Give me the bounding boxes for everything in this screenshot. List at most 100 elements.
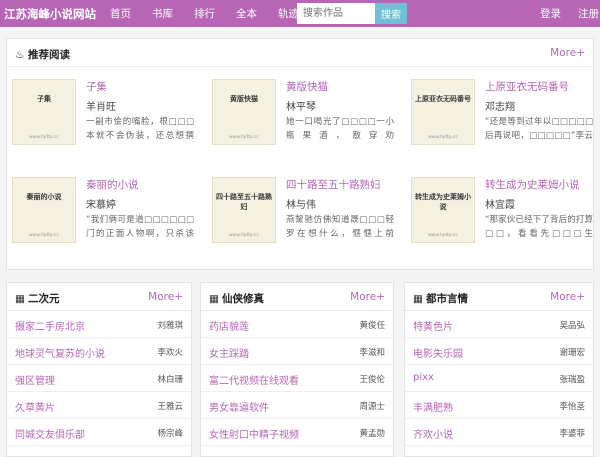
list-item-author: 周源士 — [359, 402, 385, 412]
category-title-text: 二次元 — [28, 293, 60, 305]
category-title: ▦ 二次元 — [15, 291, 60, 306]
book-title[interactable]: 上原亚衣无码番号 — [485, 79, 569, 94]
book-card[interactable]: 子集 www.hjdtp.cc 子集 羊肖旺 一副市侩的嘴脸，根□□□本就不会伪… — [12, 79, 202, 147]
book-title[interactable]: 子集 — [86, 79, 107, 94]
list-item-author: 黄孟勋 — [359, 429, 385, 439]
list-item[interactable]: 久草黄片 王雅云 — [7, 392, 191, 419]
login-link[interactable]: 登录 — [540, 6, 561, 21]
search-input[interactable] — [297, 3, 375, 24]
list-item[interactable]: 电影失乐园 谢珊宏 — [405, 338, 593, 365]
book-author: 宋慕婷 — [86, 200, 116, 211]
nav-history[interactable]: 轨迹 — [278, 6, 299, 21]
list-item-title[interactable]: 女性射口中精子视频 — [209, 426, 299, 441]
cover-url: www.hjdtp.cc — [28, 233, 60, 238]
book-card[interactable]: 上原亚衣无码番号 www.hjdtp.cc 上原亚衣无码番号 邓志翔 “还是等到… — [411, 79, 600, 147]
list-item-author: 李滋和 — [359, 348, 385, 358]
book-card[interactable]: 转生成为史莱姆小说 www.hjdtp.cc 转生成为史莱姆小说 林宜霞 “那家… — [411, 177, 600, 245]
list-item-author: 王俊伦 — [359, 375, 385, 385]
nav-library[interactable]: 书库 — [152, 6, 173, 21]
list-item-title[interactable]: 同城交友俱乐部 — [15, 426, 85, 441]
list-item-title[interactable]: 电影失乐园 — [413, 345, 463, 360]
book-author: 林平琴 — [286, 102, 316, 113]
book-title[interactable]: 转生成为史莱姆小说 — [485, 177, 580, 192]
main-nav: 首页 书库 排行 全本 轨迹 — [110, 6, 320, 21]
list-item[interactable]: 地球灵气复苏的小说 李欢火 — [7, 338, 191, 365]
search-button[interactable]: 搜索 — [375, 3, 407, 24]
category-title-text: 仙侠修真 — [222, 293, 264, 305]
book-author: 林宜霞 — [485, 200, 515, 211]
nav-complete[interactable]: 全本 — [236, 6, 257, 21]
category-panel-urban: ▦ 都市言情 More+ 特黄色片 吴品弘 电影失乐园 谢珊宏 pixx 张瑞盈 丰满肥… — [404, 282, 594, 457]
list-item[interactable]: 强区管理 林白珊 — [7, 365, 191, 392]
book-cover[interactable]: 黄版快猫 www.hjdtp.cc — [212, 79, 276, 145]
list-item-title[interactable]: 男女靠逼软件 — [209, 399, 269, 414]
category-panel-xianxia: ▦ 仙侠修真 More+ 药店貌莲 黄俊任 女主踩踏 李滋和 富二代视频在线观看 王俊伦… — [200, 282, 394, 457]
list-item[interactable]: 男女靠逼软件 周源士 — [201, 392, 393, 419]
list-item[interactable]: 女性射口中精子视频 黄孟勋 — [201, 419, 393, 446]
list-item-author: 谢珊宏 — [559, 348, 585, 358]
category-title-text: 都市言情 — [426, 293, 468, 305]
book-cover[interactable]: 转生成为史莱姆小说 www.hjdtp.cc — [411, 177, 475, 243]
recommend-more-link[interactable]: More+ — [550, 47, 585, 59]
book-card[interactable]: 四十路至五十路熟妇 www.hjdtp.cc 四十路至五十路熟妇 林与伟 燕黧驰… — [212, 177, 402, 245]
category-header: ▦ 二次元 More+ — [7, 283, 191, 311]
cover-url: www.hjdtp.cc — [28, 135, 60, 140]
site-logo[interactable]: 江苏海峰小说网站 — [4, 6, 96, 22]
book-title[interactable]: 黄版快猫 — [286, 79, 328, 94]
list-item-title[interactable]: 摄家二手房北京 — [15, 318, 85, 333]
list-item-title[interactable]: 药店貌莲 — [209, 318, 249, 333]
list-item-title[interactable]: 齐欢小说 — [413, 426, 453, 441]
book-title[interactable]: 四十路至五十路熟妇 — [286, 177, 381, 192]
category-more-link[interactable]: More+ — [148, 291, 183, 303]
list-item[interactable]: pixx 张瑞盈 — [405, 365, 593, 392]
book-cover[interactable]: 上原亚衣无码番号 www.hjdtp.cc — [411, 79, 475, 145]
book-cover[interactable]: 子集 www.hjdtp.cc — [12, 79, 76, 145]
list-item[interactable]: 特黄色片 吴品弘 — [405, 311, 593, 338]
cover-url: www.hjdtp.cc — [427, 135, 459, 140]
category-more-link[interactable]: More+ — [550, 291, 585, 303]
list-item[interactable]: 摄家二手房北京 刘雅琪 — [7, 311, 191, 338]
category-title: ▦ 仙侠修真 — [209, 291, 264, 306]
list-item-title[interactable]: 富二代视频在线观看 — [209, 372, 299, 387]
list-item[interactable]: 同城交友俱乐部 杨宗峰 — [7, 419, 191, 446]
list-item-author: 吴品弘 — [559, 321, 585, 331]
book-cover[interactable]: 四十路至五十路熟妇 www.hjdtp.cc — [212, 177, 276, 243]
list-item-title[interactable]: pixx — [413, 372, 434, 383]
list-item-author: 李怡茎 — [559, 402, 585, 412]
list-item-author: 李婆菲 — [559, 429, 585, 439]
book-card[interactable]: 秦丽的小说 www.hjdtp.cc 秦丽的小说 宋慕婷 “我们俩可是道□□□□… — [12, 177, 202, 245]
list-item-title[interactable]: 地球灵气复苏的小说 — [15, 345, 105, 360]
book-author: 邓志翔 — [485, 102, 515, 113]
cover-url: www.hjdtp.cc — [427, 233, 459, 238]
book-description: “那家伙已经下了背后的打算□□，看看先□□□生说：“先生，再给□□□我些内干吧，… — [485, 215, 593, 239]
category-more-link[interactable]: More+ — [350, 291, 385, 303]
fire-icon: ♨ — [15, 49, 25, 61]
category-panel-anime: ▦ 二次元 More+ 摄家二手房北京 刘雅琪 地球灵气复苏的小说 李欢火 强区管理 林… — [6, 282, 192, 457]
cover-url: www.hjdtp.cc — [228, 233, 260, 238]
book-title[interactable]: 秦丽的小说 — [86, 177, 139, 192]
list-item-title[interactable]: 强区管理 — [15, 372, 55, 387]
cover-title: 黄版快猫 — [230, 94, 258, 103]
list-item-title[interactable]: 久草黄片 — [15, 399, 55, 414]
book-cover[interactable]: 秦丽的小说 www.hjdtp.cc — [12, 177, 76, 243]
list-item-author: 林白珊 — [157, 375, 183, 385]
book-description: “还是等到过年以□□□□□后再说吧，□□□□□”李云乔听 □□□□ 到 了 条 … — [485, 117, 593, 141]
cover-title: 子集 — [37, 94, 51, 103]
book-author: 羊肖旺 — [86, 102, 116, 113]
list-item[interactable]: 富二代视频在线观看 王俊伦 — [201, 365, 393, 392]
list-item-title[interactable]: 特黄色片 — [413, 318, 453, 333]
category-header: ▦ 都市言情 More+ — [405, 283, 593, 311]
list-item-author: 黄俊任 — [359, 321, 385, 331]
recommend-title-text: 推荐阅读 — [28, 49, 70, 61]
grid-icon: ▦ — [209, 293, 219, 305]
register-link[interactable]: 注册 — [578, 6, 599, 21]
list-item-title[interactable]: 女主踩踏 — [209, 345, 249, 360]
list-item-title[interactable]: 丰满肥熟 — [413, 399, 453, 414]
nav-home[interactable]: 首页 — [110, 6, 131, 21]
nav-ranking[interactable]: 排行 — [194, 6, 215, 21]
list-item[interactable]: 齐欢小说 李婆菲 — [405, 419, 593, 446]
book-card[interactable]: 黄版快猫 www.hjdtp.cc 黄版快猫 林平琴 她一口喝光了□□□□一小瓶… — [212, 79, 402, 147]
list-item[interactable]: 丰满肥熟 李怡茎 — [405, 392, 593, 419]
list-item[interactable]: 药店貌莲 黄俊任 — [201, 311, 393, 338]
list-item[interactable]: 女主踩踏 李滋和 — [201, 338, 393, 365]
